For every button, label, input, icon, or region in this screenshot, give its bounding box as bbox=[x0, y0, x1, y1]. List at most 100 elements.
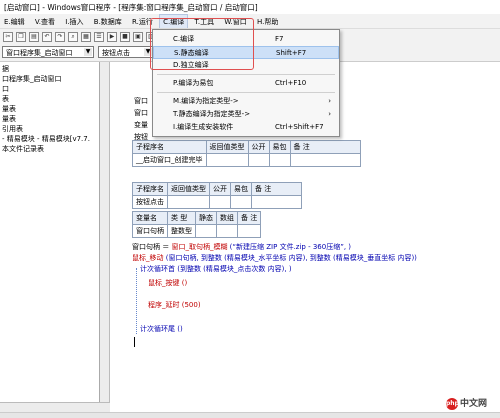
table-cell[interactable] bbox=[167, 195, 210, 209]
variable-table: 变量名 类 型 静态 数组 备 注 窗口句柄 整数型 bbox=[132, 211, 262, 238]
tree-item[interactable]: 量表 bbox=[0, 114, 99, 124]
table-row[interactable]: 窗口句柄 整数型 bbox=[132, 224, 262, 238]
table-cell[interactable] bbox=[251, 195, 302, 209]
table-cell[interactable] bbox=[247, 153, 270, 167]
menu-item-static-compile-as-type[interactable]: T.静态编译为指定类型-> › bbox=[153, 108, 339, 121]
table-header: 变量名 bbox=[132, 211, 168, 225]
assembly-combo[interactable]: 窗口程序集_启动窗口 ▼ bbox=[2, 46, 94, 58]
menu-edit[interactable]: E.编辑 bbox=[0, 14, 29, 28]
tree-item[interactable]: - 精易模块 - 精易模块[v7.7. bbox=[0, 134, 99, 144]
code-token: (窗口句柄, 到整数 (精易模块_水平坐标 内容), 到整数 (精易模块_垂直坐… bbox=[163, 254, 417, 262]
window-icon[interactable]: ▣ bbox=[133, 32, 143, 42]
assembly-combo-value: 窗口程序集_启动窗口 bbox=[6, 49, 73, 57]
table-header: 备 注 bbox=[236, 211, 262, 225]
table-header: 备 注 bbox=[251, 182, 302, 196]
table-cell[interactable]: 按钮点击 bbox=[132, 195, 168, 209]
menu-view[interactable]: V.查看 bbox=[31, 14, 59, 28]
highlight-annotation-box bbox=[150, 18, 254, 70]
table-header: 子程序名 bbox=[132, 140, 207, 154]
menu-item-shortcut: Ctrl+Shift+F7 bbox=[275, 123, 324, 131]
redo-icon[interactable]: ↷ bbox=[55, 32, 65, 42]
menu-item-label: M.编译为指定类型-> bbox=[173, 97, 239, 105]
table-header: 易包 bbox=[230, 182, 252, 196]
table-cell[interactable] bbox=[195, 224, 217, 238]
php-logo-icon: php bbox=[446, 397, 459, 410]
table-row[interactable]: __启动窗口_创建完毕 bbox=[132, 153, 361, 167]
tree-item[interactable]: 据 bbox=[0, 64, 99, 74]
menu-item-shortcut: Ctrl+F10 bbox=[275, 79, 307, 87]
tree-item[interactable]: 口程序集_启动窗口 bbox=[0, 74, 99, 84]
subroutine-table-1: 子程序名 返回值类型 公开 易包 备 注 __启动窗口_创建完毕 bbox=[132, 140, 361, 167]
table-row[interactable]: 按钮点击 bbox=[132, 195, 302, 209]
table-cell[interactable] bbox=[268, 153, 291, 167]
horizontal-scrollbar[interactable] bbox=[0, 402, 110, 412]
side-label: 变量 bbox=[134, 121, 148, 129]
run-icon[interactable]: ▶ bbox=[107, 32, 117, 42]
table-cell[interactable]: __启动窗口_创建完毕 bbox=[132, 153, 207, 167]
tree-item[interactable]: 引用表 bbox=[0, 124, 99, 134]
table-cell[interactable] bbox=[216, 224, 238, 238]
undo-icon[interactable]: ↶ bbox=[42, 32, 52, 42]
code-line-6[interactable]: 计次循环尾 () bbox=[140, 324, 183, 334]
side-label: 窗口 bbox=[134, 97, 148, 105]
tree-item[interactable]: 本文件记录表 bbox=[0, 144, 99, 154]
table-header: 类 型 bbox=[167, 211, 196, 225]
menu-separator bbox=[157, 74, 335, 75]
table-header: 易包 bbox=[268, 140, 291, 154]
table-header: 子程序名 bbox=[132, 182, 168, 196]
table-cell[interactable] bbox=[289, 153, 361, 167]
stop-icon[interactable]: ■ bbox=[120, 32, 130, 42]
table-cell[interactable]: 整数型 bbox=[167, 224, 196, 238]
subroutine-table-2: 子程序名 返回值类型 公开 易包 备 注 按钮点击 bbox=[132, 182, 302, 209]
menu-item-label: P.编译为易包 bbox=[173, 79, 214, 87]
chevron-right-icon: › bbox=[328, 97, 331, 105]
copy-icon[interactable]: ❐ bbox=[16, 32, 26, 42]
watermark-text: 中文网 bbox=[460, 399, 488, 409]
subroutine-combo-value: 按钮点击 bbox=[102, 49, 130, 57]
grid-icon[interactable]: ▦ bbox=[81, 32, 91, 42]
table-header: 返回值类型 bbox=[205, 140, 249, 154]
code-line-1[interactable]: 窗口句柄 ＝ 窗口_取句柄_模糊 (“新建压缩 ZIP 文件.zip - 360… bbox=[132, 242, 351, 252]
menu-insert[interactable]: I.插入 bbox=[61, 14, 87, 28]
menu-item-shortcut: F7 bbox=[275, 35, 284, 43]
table-cell[interactable] bbox=[236, 224, 262, 238]
code-line-4[interactable]: 鼠标_按键 () bbox=[148, 278, 187, 288]
watermark: php中文网 bbox=[446, 396, 487, 410]
table-header: 备 注 bbox=[289, 140, 361, 154]
window-title: [启动窗口] - Windows窗口程序 - [程序集:窗口程序集_启动窗口 /… bbox=[0, 0, 500, 14]
paste-icon[interactable]: ▤ bbox=[29, 32, 39, 42]
project-tree[interactable]: 据 口程序集_启动窗口 口 表 量表 量表 引用表 - 精易模块 - 精易模块[… bbox=[0, 62, 100, 402]
menu-help[interactable]: H.帮助 bbox=[253, 14, 282, 28]
code-line-3[interactable]: 计次循环首 (到整数 (精易模块_点击次数 内容), ) bbox=[140, 264, 292, 274]
chevron-down-icon[interactable]: ▼ bbox=[84, 48, 92, 56]
status-bar bbox=[0, 412, 500, 418]
table-header: 公开 bbox=[209, 182, 231, 196]
vertical-scrollbar[interactable] bbox=[100, 62, 110, 402]
menu-item-compile-package[interactable]: P.编译为易包 Ctrl+F10 bbox=[153, 77, 339, 90]
menu-item-label: I.编译生成安装软件 bbox=[173, 123, 234, 131]
code-line-5[interactable]: 程序_延时 (500) bbox=[148, 300, 201, 310]
menu-separator bbox=[157, 92, 335, 93]
menu-item-label: T.静态编译为指定类型-> bbox=[173, 110, 251, 118]
subroutine-combo[interactable]: 按钮点击 ▼ bbox=[98, 46, 154, 58]
menu-item-build-installer[interactable]: I.编译生成安装软件 Ctrl+Shift+F7 bbox=[153, 121, 339, 134]
menu-database[interactable]: B.数据库 bbox=[90, 14, 126, 28]
tree-item[interactable]: 表 bbox=[0, 94, 99, 104]
list-icon[interactable]: ☰ bbox=[94, 32, 104, 42]
table-cell[interactable]: 窗口句柄 bbox=[132, 224, 168, 238]
chevron-right-icon: › bbox=[328, 110, 331, 118]
table-cell[interactable] bbox=[209, 195, 231, 209]
code-line-2[interactable]: 鼠标_移动 (窗口句柄, 到整数 (精易模块_水平坐标 内容), 到整数 (精易… bbox=[132, 253, 417, 263]
tree-item[interactable]: 量表 bbox=[0, 104, 99, 114]
code-token: 窗口_取句柄_模糊 bbox=[171, 243, 228, 251]
table-cell[interactable] bbox=[205, 153, 249, 167]
side-label: 窗口 bbox=[134, 109, 148, 117]
text-cursor bbox=[134, 337, 135, 347]
menu-item-compile-as-type[interactable]: M.编译为指定类型-> › bbox=[153, 95, 339, 108]
cut-icon[interactable]: ✂ bbox=[3, 32, 13, 42]
code-token: (“新建压缩 ZIP 文件.zip - 360压缩”, ) bbox=[227, 243, 351, 251]
find-icon[interactable]: ⌕ bbox=[68, 32, 78, 42]
loop-guide-line bbox=[136, 268, 137, 334]
table-cell[interactable] bbox=[230, 195, 252, 209]
tree-item[interactable]: 口 bbox=[0, 84, 99, 94]
